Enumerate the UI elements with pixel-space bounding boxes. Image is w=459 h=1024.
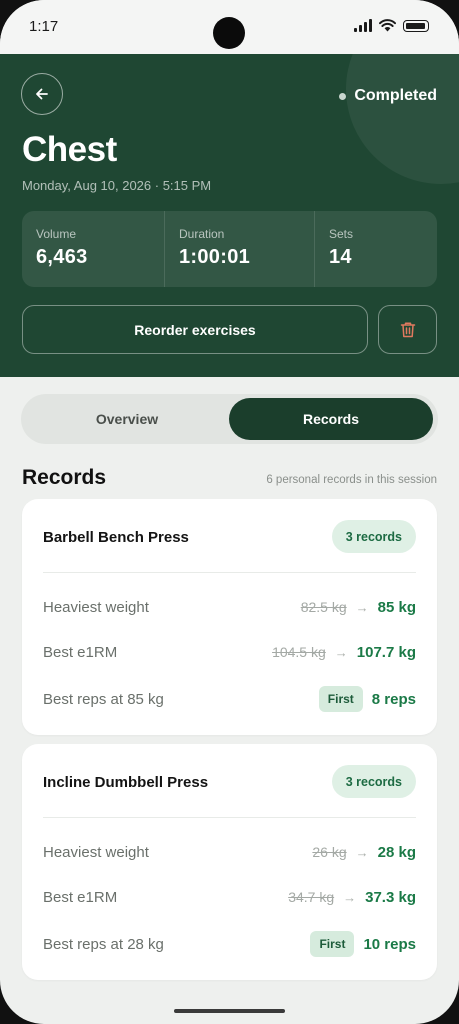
record-row: Best e1RM 34.7 kg → 37.3 kg	[43, 883, 416, 911]
record-row: Best reps at 28 kg First 10 reps	[43, 930, 416, 958]
tab-overview[interactable]: Overview	[25, 398, 229, 440]
back-button[interactable]	[21, 73, 63, 115]
record-row: Best e1RM 104.5 kg → 107.7 kg	[43, 638, 416, 666]
exercise-record-card: Barbell Bench Press 3 records Heaviest w…	[22, 499, 437, 735]
workout-datetime: Monday, Aug 10, 2026 · 5:15 PM	[22, 178, 212, 193]
status-dot	[339, 92, 347, 100]
previous-value: 34.7 kg	[288, 889, 335, 905]
exercise-name: Incline Dumbbell Press	[43, 774, 209, 791]
new-value: 85 kg	[377, 598, 416, 616]
delete-workout-button[interactable]	[378, 305, 437, 354]
stat-label: Duration	[179, 227, 225, 241]
record-row: Heaviest weight 26 kg → 28 kg	[43, 838, 416, 866]
record-label: Best e1RM	[43, 888, 118, 906]
record-row: Heaviest weight 82.5 kg → 85 kg	[43, 593, 416, 621]
divider	[43, 817, 416, 818]
record-values: 104.5 kg → 107.7 kg	[272, 644, 416, 661]
status-indicator: Completed	[339, 87, 437, 105]
record-values: 26 kg → 28 kg	[312, 844, 416, 861]
view-tabs: Overview Records	[21, 394, 438, 444]
stat-label: Volume	[36, 227, 77, 241]
arrow-right-icon: →	[355, 599, 369, 615]
previous-value: 104.5 kg	[272, 644, 326, 660]
previous-value: 26 kg	[312, 844, 347, 860]
stat-volume: Volume 6,463	[22, 211, 164, 287]
new-value: 28 kg	[377, 843, 416, 861]
workout-title: Chest	[22, 130, 117, 169]
record-values: First 10 reps	[310, 931, 416, 957]
signal-icon	[354, 19, 372, 32]
trash-icon	[400, 322, 415, 338]
tab-records[interactable]: Records	[229, 398, 433, 440]
arrow-left-icon	[36, 88, 48, 100]
record-values: First 8 reps	[318, 686, 416, 712]
arrow-right-icon: →	[343, 889, 357, 905]
new-value: 8 reps	[371, 690, 416, 708]
new-value: 107.7 kg	[356, 643, 416, 661]
stat-duration: Duration 1:00:01	[164, 211, 314, 287]
record-label: Heaviest weight	[43, 598, 149, 616]
stats-panel: Volume 6,463 Duration 1:00:01 Sets 14	[22, 211, 437, 287]
stat-label: Sets	[329, 227, 354, 241]
new-value: 37.3 kg	[365, 888, 416, 906]
record-values: 34.7 kg → 37.3 kg	[288, 889, 416, 906]
decorative-circle	[346, 54, 459, 184]
exercise-record-card: Incline Dumbbell Press 3 records Heavies…	[22, 744, 437, 980]
reorder-exercises-button[interactable]: Reorder exercises	[22, 305, 368, 354]
status-time: 1:17	[29, 18, 59, 35]
phone-screen: 1:17 Completed Chest Monday, Aug 10, 202…	[0, 0, 459, 1024]
record-label: Best reps at 85 kg	[43, 690, 164, 708]
battery-icon	[403, 19, 429, 32]
previous-value: 82.5 kg	[300, 599, 347, 615]
status-label: Completed	[354, 87, 437, 104]
records-count-badge: 3 records	[331, 520, 416, 553]
first-record-tag: First	[318, 686, 363, 712]
stat-value: 6,463	[36, 246, 88, 268]
record-label: Best reps at 28 kg	[43, 935, 164, 953]
status-icons	[354, 19, 429, 32]
record-label: Best e1RM	[43, 643, 118, 661]
record-row: Best reps at 85 kg First 8 reps	[43, 685, 416, 713]
workout-header: Completed Chest Monday, Aug 10, 2026 · 5…	[0, 54, 459, 377]
records-heading: Records	[22, 466, 107, 489]
wifi-icon	[379, 19, 396, 32]
status-bar: 1:17	[0, 0, 459, 54]
stat-sets: Sets 14	[314, 211, 437, 287]
camera-notch	[213, 17, 245, 49]
stat-value: 14	[329, 246, 352, 268]
records-summary: 6 personal records in this session	[266, 474, 437, 486]
arrow-right-icon: →	[355, 844, 369, 860]
record-values: 82.5 kg → 85 kg	[301, 599, 416, 616]
arrow-right-icon: →	[334, 644, 348, 660]
stat-value: 1:00:01	[179, 246, 251, 268]
record-label: Heaviest weight	[43, 843, 149, 861]
exercise-name: Barbell Bench Press	[43, 529, 189, 546]
first-record-tag: First	[310, 931, 355, 957]
home-indicator[interactable]	[174, 1009, 285, 1013]
records-count-badge: 3 records	[331, 765, 416, 798]
new-value: 10 reps	[363, 935, 416, 953]
divider	[43, 572, 416, 573]
